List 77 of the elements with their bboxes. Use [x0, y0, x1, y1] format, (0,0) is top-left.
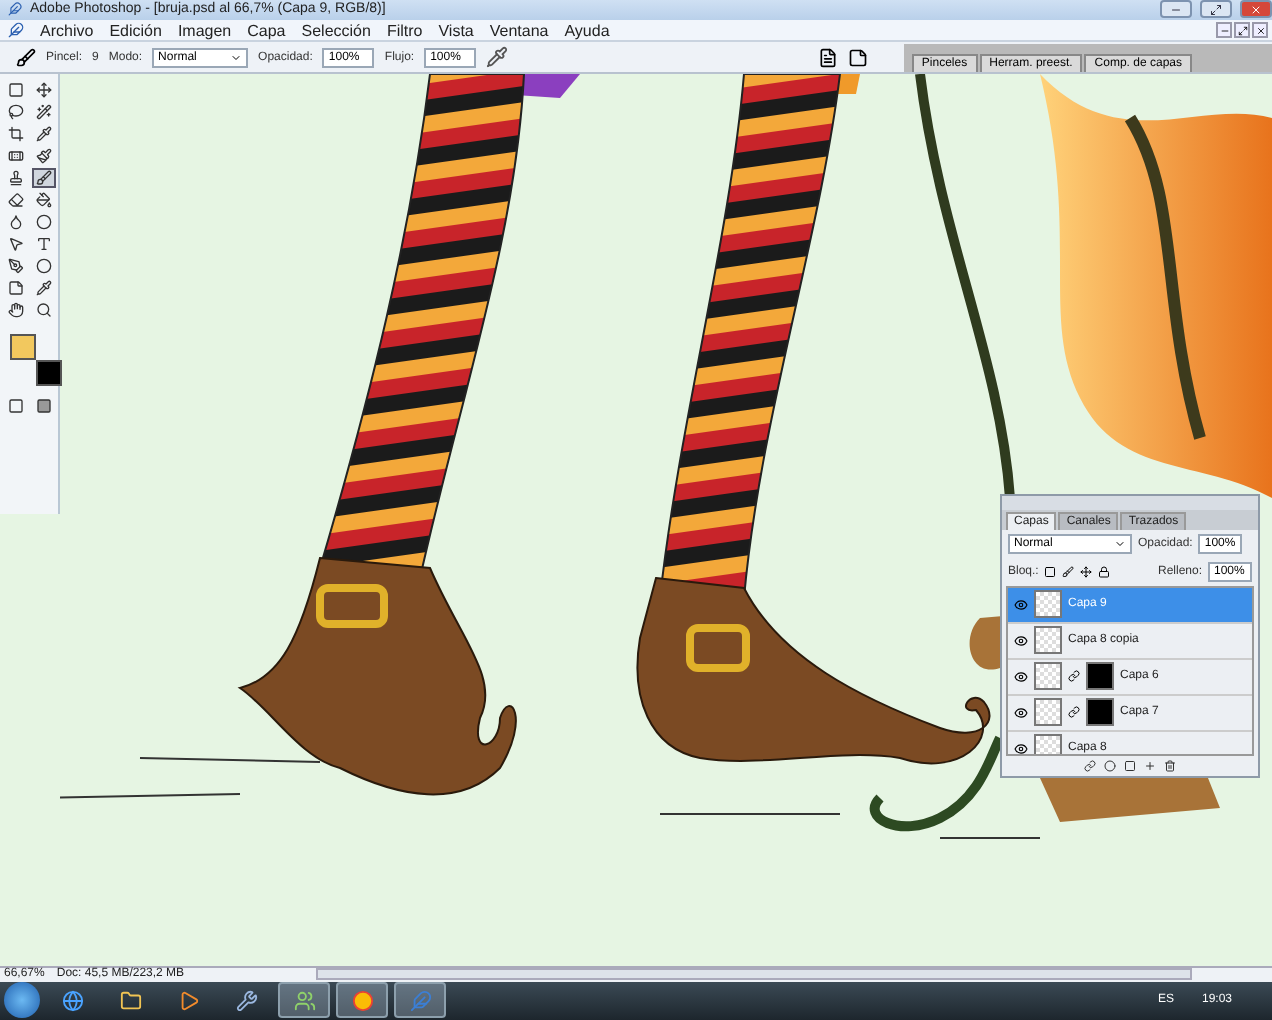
maximize-button[interactable] — [1200, 0, 1232, 19]
taskbar-button[interactable] — [336, 982, 388, 1019]
people-icon — [293, 989, 315, 1012]
note-tool[interactable] — [3, 277, 27, 298]
brush-tool[interactable] — [31, 167, 55, 188]
layer-thumbnail — [1034, 734, 1062, 754]
eraser-tool[interactable] — [3, 189, 27, 210]
hand-tool[interactable] — [3, 299, 27, 320]
layer-thumbnail — [1034, 662, 1062, 691]
caret-icon — [230, 51, 243, 64]
document-icon[interactable] — [818, 47, 839, 68]
start-button[interactable] — [4, 982, 40, 1019]
eye-icon[interactable] — [1013, 705, 1027, 720]
background-swatch[interactable] — [36, 359, 62, 386]
taskbar-button[interactable] — [278, 982, 330, 1019]
menu-item[interactable]: Edición — [109, 21, 162, 40]
feather-icon — [409, 989, 431, 1012]
move-icon[interactable] — [1080, 565, 1093, 578]
brush-icon[interactable] — [1062, 565, 1075, 578]
zoom-tool[interactable] — [31, 299, 55, 320]
trash-icon[interactable] — [1164, 759, 1176, 772]
wrench-icon — [235, 989, 257, 1012]
menu-item[interactable]: Archivo — [40, 21, 94, 40]
eye-icon[interactable] — [1013, 633, 1027, 648]
menu-item[interactable]: Vista — [438, 21, 474, 40]
new-layer-icon[interactable] — [1144, 759, 1156, 772]
link-icon[interactable] — [1084, 759, 1096, 772]
layer-thumbnail — [1034, 626, 1062, 655]
menu-item[interactable]: Ayuda — [564, 21, 610, 40]
minimize-icon — [1170, 3, 1182, 16]
mask-icon[interactable] — [1124, 759, 1136, 772]
globe-icon — [61, 989, 83, 1012]
quick-mask-button[interactable] — [31, 395, 55, 416]
restore-button[interactable] — [1234, 22, 1250, 39]
mask-mode-button[interactable] — [3, 395, 27, 416]
app-icon — [8, 22, 24, 39]
play-icon — [177, 989, 199, 1012]
eye-icon[interactable] — [1013, 597, 1027, 612]
caret-icon — [1114, 537, 1126, 550]
circle-icon — [351, 989, 373, 1012]
lock-pixels-icon[interactable] — [1044, 565, 1057, 578]
wand-tool[interactable] — [31, 101, 55, 122]
foreground-swatch[interactable] — [10, 333, 36, 360]
ellipse-tool[interactable] — [31, 255, 55, 276]
menu-item[interactable]: Ventana — [489, 21, 549, 40]
restore-icon — [1237, 25, 1247, 36]
lasso-tool[interactable] — [3, 101, 27, 122]
lock-icon[interactable] — [1098, 565, 1111, 578]
menu-item[interactable]: Selección — [301, 21, 371, 40]
bandage-tool[interactable] — [3, 145, 27, 166]
app-icon — [8, 2, 22, 17]
eyedropper-tool[interactable] — [31, 123, 55, 144]
crop-tool[interactable] — [3, 123, 27, 144]
brush-tool[interactable] — [31, 145, 55, 166]
bucket-tool[interactable] — [31, 189, 55, 210]
layer-thumbnail — [1034, 698, 1062, 727]
effects-icon[interactable] — [1104, 759, 1116, 772]
marquee-tool[interactable] — [3, 79, 27, 100]
pen-tool[interactable] — [3, 255, 27, 276]
minimize-icon — [1219, 25, 1229, 36]
folder-icon — [119, 989, 141, 1012]
mask-thumbnail — [1086, 662, 1114, 691]
circle-tool[interactable] — [31, 211, 55, 232]
menu-item[interactable]: Filtro — [386, 21, 423, 40]
menu-item[interactable]: Imagen — [177, 21, 232, 40]
layer-thumbnail — [1034, 590, 1062, 619]
brush-icon[interactable] — [16, 47, 36, 68]
mask-thumbnail — [1086, 698, 1114, 727]
close-button[interactable] — [1252, 22, 1268, 39]
eye-icon[interactable] — [1013, 669, 1027, 684]
eyedropper-tool[interactable] — [31, 277, 55, 298]
taskbar-button[interactable] — [394, 982, 446, 1019]
move-tool[interactable] — [31, 79, 55, 100]
eye-icon[interactable] — [1013, 741, 1027, 754]
note-icon[interactable] — [848, 47, 869, 68]
menu-item[interactable]: Capa — [247, 21, 286, 40]
close-icon — [1250, 3, 1262, 16]
